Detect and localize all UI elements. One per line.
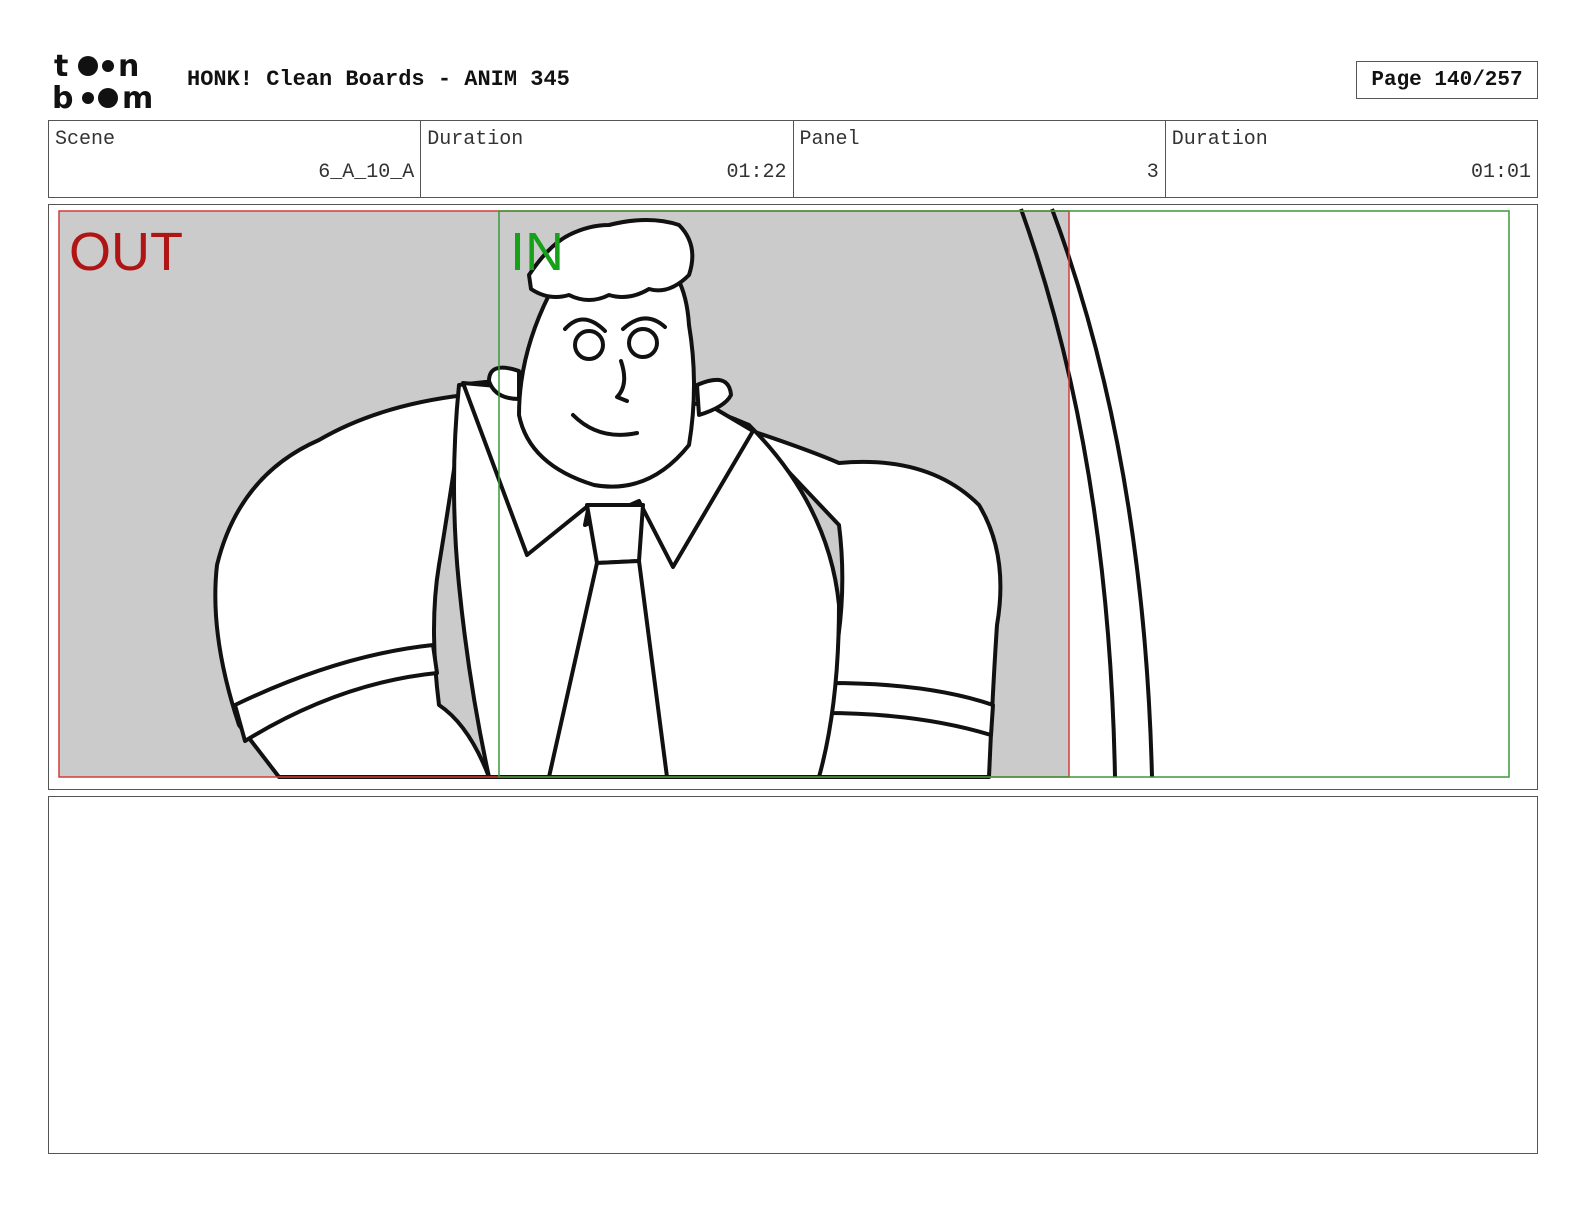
panel-duration-cell: Duration 01:01 [1166, 121, 1537, 197]
svg-text:m: m [122, 81, 153, 112]
panel-duration-value: 01:01 [1470, 161, 1531, 184]
toon-boom-logo: t n b m [52, 52, 153, 112]
panel-drawing [58, 208, 1536, 779]
svg-text:b: b [52, 81, 73, 112]
document-title: HONK! Clean Boards - ANIM 345 [187, 67, 570, 92]
panel-label: Panel [799, 128, 860, 151]
scene-duration-cell: Duration 01:22 [421, 121, 794, 197]
panel-notes-area[interactable] [48, 796, 1538, 1154]
camera-out-label: OUT [69, 222, 183, 282]
storyboard-panel: OUT IN [48, 204, 1538, 790]
scene-duration-label: Duration [427, 128, 524, 151]
panel-duration-label: Duration [1171, 128, 1268, 151]
scene-value: 6_A_10_A [318, 161, 415, 184]
scene-cell: Scene 6_A_10_A [49, 121, 422, 197]
svg-text:t: t [54, 52, 68, 84]
scene-duration-value: 01:22 [726, 161, 787, 184]
scene-label: Scene [55, 128, 116, 151]
door-panel [1069, 211, 1536, 777]
scene-info-table: Scene 6_A_10_A Duration 01:22 Panel 3 Du… [48, 120, 1538, 198]
svg-text:n: n [118, 52, 139, 84]
page-indicator: Page 140/257 [1356, 61, 1538, 99]
camera-in-label: IN [510, 222, 564, 282]
panel-value: 3 [1146, 161, 1159, 184]
panel-cell: Panel 3 [794, 121, 1166, 197]
